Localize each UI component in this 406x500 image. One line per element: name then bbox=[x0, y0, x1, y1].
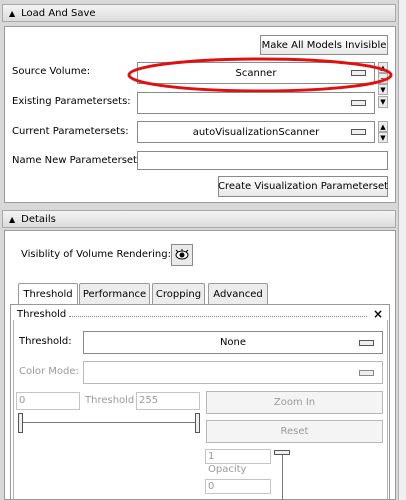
window-scrollbar[interactable] bbox=[398, 0, 406, 500]
visibility-label: Visiblity of Volume Rendering: bbox=[21, 249, 171, 260]
visibility-toggle-button[interactable] bbox=[171, 244, 193, 266]
color-mode-label: Color Mode: bbox=[19, 366, 79, 377]
opacity-max-input[interactable]: 1 bbox=[205, 449, 271, 464]
existing-parametersets-label: Existing Parametersets: bbox=[12, 96, 131, 107]
opacity-min-input[interactable]: 0 bbox=[205, 479, 271, 494]
close-icon[interactable]: × bbox=[373, 307, 383, 321]
name-new-parameterset-input[interactable] bbox=[137, 151, 388, 170]
threshold-label: Threshold: bbox=[19, 336, 72, 347]
threshold-group-title: Threshold bbox=[17, 309, 67, 320]
menu-indicator-icon bbox=[351, 129, 366, 135]
existing-parametersets-menu[interactable] bbox=[137, 92, 375, 114]
threshold-value: None bbox=[219, 337, 247, 348]
tab-cropping[interactable]: Cropping bbox=[152, 283, 205, 304]
current-parametersets-value: autoVisualizationScanner bbox=[192, 126, 320, 138]
scroll-down-arrow-icon[interactable]: ▼ bbox=[378, 132, 388, 143]
tab-threshold[interactable]: Threshold bbox=[18, 283, 78, 304]
threshold-min-input[interactable]: 0 bbox=[16, 392, 80, 410]
menu-indicator-icon bbox=[359, 340, 374, 346]
reset-button[interactable]: Reset bbox=[206, 420, 383, 443]
range-slider-track[interactable] bbox=[23, 422, 195, 423]
source-volume-label: Source Volume: bbox=[12, 66, 91, 77]
group-divider bbox=[69, 316, 367, 317]
color-mode-menu[interactable] bbox=[83, 361, 383, 384]
menu-indicator-icon bbox=[359, 370, 374, 376]
load-and-save-header[interactable]: ▲ Load And Save bbox=[2, 4, 396, 22]
current-parametersets-label: Current Parametersets: bbox=[12, 126, 129, 137]
eye-icon bbox=[175, 249, 189, 260]
range-slider-min-handle[interactable] bbox=[18, 413, 23, 433]
threshold-menu[interactable]: None bbox=[83, 331, 383, 354]
opacity-slider-track[interactable] bbox=[282, 455, 283, 500]
range-slider-max-handle[interactable] bbox=[195, 413, 200, 433]
menu-indicator-icon bbox=[351, 100, 366, 106]
load-and-save-title: Load And Save bbox=[21, 7, 96, 19]
current-parametersets-menu[interactable]: autoVisualizationScanner bbox=[137, 121, 375, 143]
opacity-label: Opacity bbox=[208, 464, 247, 475]
tab-advanced[interactable]: Advanced bbox=[208, 283, 268, 304]
collapse-arrow-icon[interactable]: ▲ bbox=[9, 215, 15, 224]
threshold-range-label: Threshold bbox=[85, 395, 135, 406]
make-all-models-invisible-button[interactable]: Make All Models Invisible bbox=[260, 35, 388, 55]
zoom-in-button[interactable]: Zoom In bbox=[206, 391, 383, 414]
collapse-arrow-icon[interactable]: ▲ bbox=[9, 9, 15, 18]
details-title: Details bbox=[21, 213, 56, 225]
create-visualization-parameterset-button[interactable]: Create Visualization Parameterset bbox=[218, 176, 388, 197]
details-header[interactable]: ▲ Details bbox=[2, 210, 396, 228]
threshold-max-input[interactable]: 255 bbox=[136, 392, 200, 410]
scroll-down-arrow-icon[interactable]: ▼ bbox=[378, 96, 388, 108]
highlight-ellipse bbox=[127, 57, 393, 93]
tab-performance[interactable]: Performance bbox=[79, 283, 150, 304]
name-new-parameterset-label: Name New Parameterset: bbox=[12, 155, 141, 166]
scroll-up-arrow-icon[interactable]: ▲ bbox=[378, 121, 388, 132]
